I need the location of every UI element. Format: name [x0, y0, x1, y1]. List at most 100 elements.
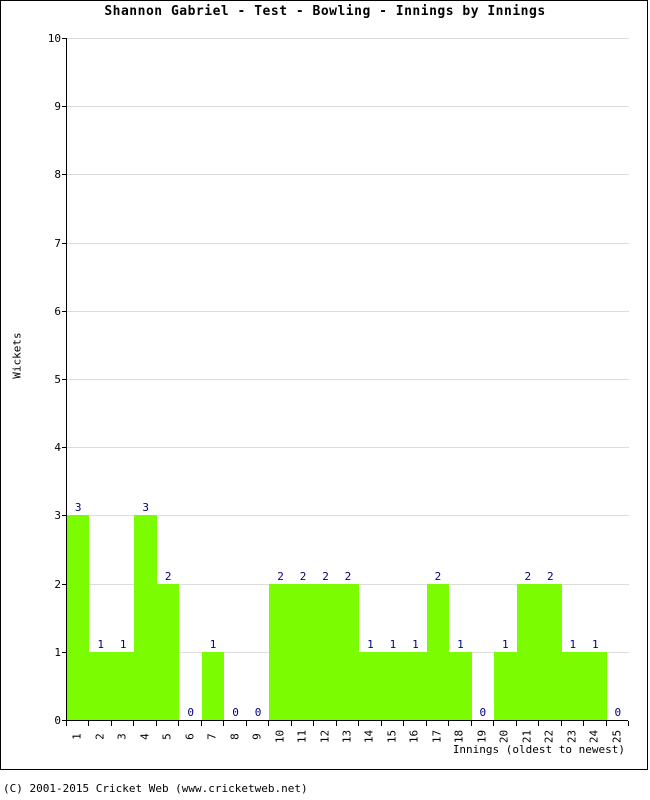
- x-tick-label: 9: [250, 733, 264, 740]
- gridline: [67, 38, 629, 39]
- y-tick-label: 7: [54, 236, 61, 250]
- bar[interactable]: [134, 515, 157, 720]
- y-tick-label: 5: [54, 373, 61, 386]
- bar-value-label: 2: [344, 569, 352, 583]
- bar[interactable]: [336, 583, 360, 720]
- bar[interactable]: [561, 651, 585, 720]
- bar[interactable]: [539, 583, 562, 720]
- bar-value-label: 0: [187, 706, 194, 719]
- y-tick-label: 4: [54, 441, 61, 455]
- x-tick-mark: [583, 721, 584, 726]
- bar[interactable]: [291, 583, 315, 720]
- bar-value-label: 1: [569, 637, 577, 651]
- bar-value-label: 2: [524, 569, 532, 583]
- bar[interactable]: [449, 651, 472, 720]
- x-tick-mark: [133, 721, 134, 726]
- y-tick-label: 2: [54, 577, 61, 591]
- y-axis-tick-labels: 0 1 2 3 4 5 6 7 8 9 10: [15, 33, 61, 726]
- x-tick-label: 7: [205, 733, 219, 740]
- x-tick-label: 1: [70, 733, 84, 740]
- y-tick-mark: [62, 106, 67, 108]
- plot-area: 3113201002222111210122110: [62, 38, 629, 721]
- x-tick-label: 17: [430, 729, 444, 744]
- x-tick-mark: [66, 721, 67, 726]
- bar-value-label: 0: [479, 706, 487, 719]
- y-tick-label: 10: [47, 32, 61, 45]
- bar-value-label: 1: [412, 637, 419, 651]
- bar[interactable]: [201, 651, 225, 720]
- x-tick-mark: [246, 721, 247, 726]
- x-tick-label: 10: [273, 729, 287, 744]
- x-tick-label: 3: [115, 733, 129, 740]
- bar[interactable]: [584, 651, 607, 720]
- bar[interactable]: [426, 583, 450, 720]
- x-axis-title: Innings (oldest to newest): [452, 743, 625, 756]
- copyright-footer: (C) 2001-2015 Cricket Web (www.cricketwe…: [3, 782, 308, 795]
- bar[interactable]: [359, 651, 382, 720]
- bar-value-label: 1: [209, 637, 217, 651]
- bar-value-label: 2: [434, 569, 442, 583]
- y-tick-mark: [62, 38, 67, 39]
- bar[interactable]: [156, 583, 180, 720]
- bar[interactable]: [494, 651, 517, 720]
- x-tick-label: 2: [93, 733, 107, 740]
- chart-page: Shannon Gabriel - Test - Bowling - Innin…: [0, 0, 650, 800]
- x-tick-label: 16: [407, 729, 421, 744]
- bar[interactable]: [404, 651, 427, 720]
- bar[interactable]: [381, 651, 405, 720]
- gridline: [67, 242, 629, 244]
- gridline: [67, 174, 629, 176]
- bar-value-label: 0: [254, 706, 262, 719]
- x-tick-label: 4: [138, 733, 152, 740]
- x-tick-mark: [628, 721, 629, 726]
- bar-value-label: 1: [591, 637, 599, 651]
- x-tick-label: 14: [362, 729, 376, 744]
- bar[interactable]: [67, 515, 90, 720]
- x-tick-label: 12: [318, 729, 332, 744]
- x-tick-mark: [313, 721, 314, 726]
- bar-value-label: 1: [457, 637, 464, 651]
- x-tick-mark: [538, 721, 539, 726]
- gridline: [67, 447, 629, 449]
- x-tick-label: 6: [183, 733, 197, 740]
- x-tick-label: 15: [385, 729, 399, 744]
- x-tick-mark: [471, 721, 472, 726]
- bar-value-label: 3: [142, 501, 149, 515]
- x-tick-mark: [516, 721, 517, 726]
- y-tick-label: 6: [54, 304, 61, 318]
- y-tick-mark: [62, 310, 67, 312]
- x-tick-mark: [493, 721, 494, 726]
- bar-value-label: 1: [389, 637, 397, 651]
- bar-value-label: 0: [232, 706, 239, 719]
- x-tick-mark: [358, 721, 359, 726]
- bar-value-label: 2: [299, 569, 307, 583]
- bar[interactable]: [89, 651, 112, 720]
- bar[interactable]: [269, 583, 292, 720]
- x-tick-mark: [426, 721, 427, 726]
- bar[interactable]: [111, 651, 135, 720]
- bar[interactable]: [314, 583, 337, 720]
- y-tick-mark: [62, 174, 67, 176]
- bar-value-label: 2: [164, 569, 172, 583]
- x-tick-mark: [606, 721, 607, 726]
- bar-value-label: 2: [547, 569, 554, 583]
- x-tick-mark: [156, 721, 157, 726]
- y-tick-label: 0: [54, 714, 61, 727]
- bar-value-label: 3: [74, 501, 82, 515]
- bar[interactable]: [516, 583, 540, 720]
- x-tick-mark: [268, 721, 269, 726]
- y-tick-label: 1: [54, 645, 61, 659]
- x-tick-mark: [201, 721, 202, 726]
- x-tick-mark: [561, 721, 562, 726]
- x-tick-label: 11: [295, 729, 309, 744]
- x-tick-label: 8: [228, 733, 242, 740]
- bar-value-label: 1: [367, 637, 374, 651]
- x-tick-mark: [291, 721, 292, 726]
- bar-value-label: 0: [614, 706, 622, 719]
- chart-panel: Shannon Gabriel - Test - Bowling - Innin…: [0, 0, 648, 770]
- bar-value-label: 1: [119, 637, 127, 651]
- y-tick-mark: [62, 242, 67, 244]
- bar-value-label: 2: [322, 569, 329, 583]
- gridline: [67, 310, 629, 312]
- gridline: [67, 379, 629, 380]
